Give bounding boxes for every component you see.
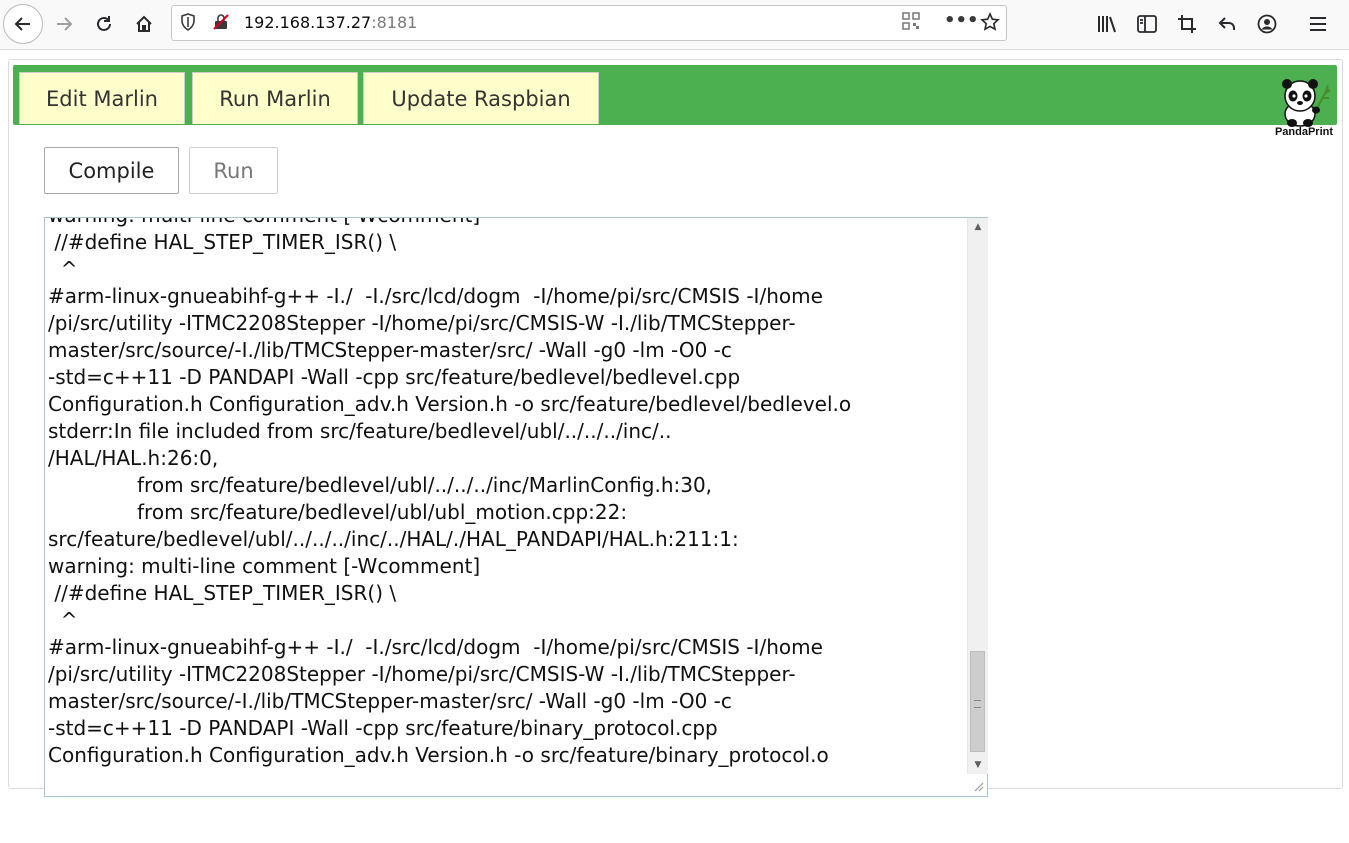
console-line: #arm-linux-gnueabihf-g++ -I./ -I./src/lc…	[48, 635, 823, 659]
console-line: ^	[48, 608, 78, 632]
shield-icon[interactable]	[180, 13, 196, 35]
console-line: stderr:In file included from src/feature…	[48, 419, 672, 443]
console-line: master/src/source/-I./lib/TMCStepper-mas…	[48, 338, 732, 362]
url-bar[interactable]: 192.168.137.27:8181 •••	[171, 5, 1007, 41]
url-text: 192.168.137.27:8181	[244, 13, 418, 32]
console-line: #arm-linux-gnueabihf-g++ -I./ -I./src/lc…	[48, 284, 823, 308]
console-line: /pi/src/utility -ITMC2208Stepper -I/home…	[48, 662, 796, 686]
tab-update-raspbian[interactable]: Update Raspbian	[363, 72, 599, 124]
console-line: /pi/src/utility -ITMC2208Stepper -I/home…	[48, 311, 796, 335]
run-button[interactable]: Run	[189, 147, 278, 194]
console-line: //#define HAL_STEP_TIMER_ISR() \	[48, 230, 397, 254]
console-line: src/feature/bedlevel/ubl/../../../inc/..…	[48, 527, 739, 551]
crop-icon[interactable]	[1169, 6, 1205, 42]
star-icon[interactable]	[980, 12, 1000, 37]
console-output[interactable]: warning: multi-line comment [-Wcomment] …	[44, 217, 988, 797]
console-line: Configuration.h Configuration_adv.h Vers…	[48, 392, 852, 416]
console-line: warning: multi-line comment [-Wcomment]	[48, 218, 968, 229]
console-line: warning: multi-line comment [-Wcomment]	[48, 554, 481, 578]
menu-icon[interactable]	[1300, 6, 1336, 42]
console-line: from src/feature/bedlevel/ubl/ubl_motion…	[48, 500, 628, 524]
scroll-down-icon[interactable]: ▼	[968, 756, 988, 774]
insecure-lock-icon[interactable]	[212, 13, 230, 35]
tab-run-marlin[interactable]: Run Marlin	[192, 72, 358, 124]
console-line: //#define HAL_STEP_TIMER_ISR() \	[48, 581, 397, 605]
back-arrow-icon[interactable]	[3, 4, 43, 44]
console-line: /HAL/HAL.h:26:0,	[48, 446, 219, 470]
grip-icon	[974, 700, 981, 708]
forward-arrow-icon[interactable]	[46, 6, 82, 42]
browser-toolbar: 192.168.137.27:8181 •••	[0, 0, 1349, 50]
console-line: master/src/source/-I./lib/TMCStepper-mas…	[48, 689, 732, 713]
compile-button[interactable]: Compile	[44, 147, 179, 194]
library-icon[interactable]	[1089, 6, 1125, 42]
reload-icon[interactable]	[86, 6, 122, 42]
home-icon[interactable]	[126, 6, 162, 42]
undo-icon[interactable]	[1209, 6, 1245, 42]
console-text: warning: multi-line comment [-Wcomment] …	[48, 218, 968, 769]
sidebar-icon[interactable]	[1129, 6, 1165, 42]
scroll-thumb[interactable]	[970, 651, 985, 752]
console-scrollbar[interactable]: ▲ ▼	[967, 218, 988, 774]
console-line: -std=c++11 -D PANDAPI -Wall -cpp src/fea…	[48, 365, 741, 389]
qr-code-icon[interactable]	[902, 12, 920, 35]
console-line: from src/feature/bedlevel/ubl/../../../i…	[48, 473, 713, 497]
logo-text: PandaPrint	[1274, 126, 1334, 138]
scroll-up-icon[interactable]: ▲	[968, 218, 988, 236]
account-icon[interactable]	[1249, 6, 1285, 42]
console-line: Configuration.h Configuration_adv.h Vers…	[48, 743, 829, 767]
console-line: ^	[48, 257, 78, 281]
tab-edit-marlin[interactable]: Edit Marlin	[19, 72, 185, 124]
resize-grip-icon[interactable]	[972, 780, 986, 794]
console-line: -std=c++11 -D PANDAPI -Wall -cpp src/fea…	[48, 716, 718, 740]
more-icon[interactable]: •••	[944, 10, 979, 31]
